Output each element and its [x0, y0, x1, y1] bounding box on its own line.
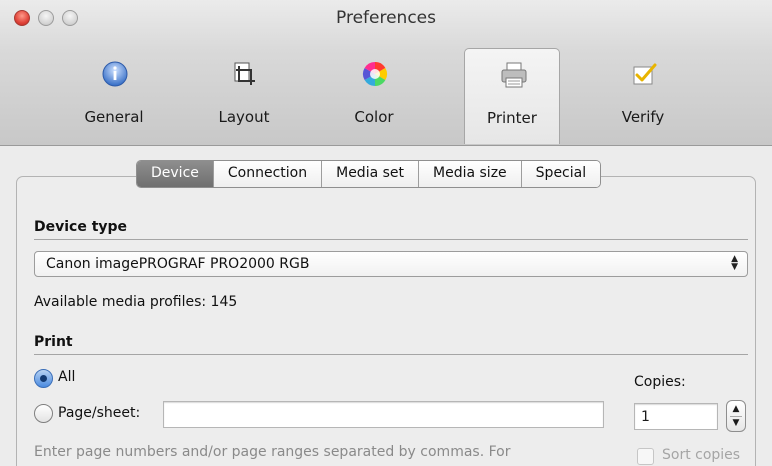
- print-all-label: All: [58, 369, 76, 385]
- print-all-radio[interactable]: [34, 369, 53, 388]
- verify-check-icon: [633, 63, 657, 85]
- page-sheet-label: Page/sheet:: [58, 405, 141, 421]
- info-icon: [102, 61, 128, 87]
- stepper-down-icon[interactable]: ▼: [727, 418, 745, 428]
- toolbar-area: Preferences General Layout Color Printer…: [0, 0, 772, 146]
- tab-media-size[interactable]: Media size: [418, 161, 521, 187]
- toolbar-printer[interactable]: Printer: [464, 48, 560, 144]
- copies-stepper[interactable]: ▲ ▼: [726, 400, 746, 432]
- sort-copies-label: Sort copies: [662, 447, 741, 463]
- printer-icon: [501, 62, 527, 88]
- page-range-hint: Enter page numbers and/or page ranges se…: [34, 444, 511, 460]
- device-type-select[interactable]: Canon imagePROGRAF PRO2000 RGB ▲ ▼: [34, 251, 748, 277]
- toolbar-verify-label: Verify: [621, 108, 665, 126]
- page-sheet-input[interactable]: [163, 401, 604, 428]
- toolbar-layout-label: Layout: [218, 108, 270, 126]
- stepper-up-icon[interactable]: ▲: [727, 404, 745, 414]
- copies-input[interactable]: 1: [634, 403, 718, 430]
- tab-media-set[interactable]: Media set: [321, 161, 419, 187]
- tab-bar: Device Connection Media set Media size S…: [136, 160, 602, 188]
- page-sheet-radio[interactable]: [34, 404, 53, 423]
- tab-device[interactable]: Device: [137, 161, 213, 187]
- printer-pane: Device Connection Media set Media size S…: [0, 146, 772, 466]
- toolbar-general[interactable]: General: [66, 48, 162, 144]
- stepper-divider: [730, 416, 742, 417]
- toolbar-general-label: General: [84, 108, 144, 126]
- toolbar-printer-label: Printer: [487, 109, 537, 127]
- select-arrows-icon: ▲ ▼: [731, 254, 738, 272]
- preferences-window: Preferences General Layout Color Printer…: [0, 0, 772, 466]
- toolbar-color-label: Color: [354, 108, 394, 126]
- title-bar: Preferences: [0, 0, 772, 38]
- device-type-value: Canon imagePROGRAF PRO2000 RGB: [46, 256, 310, 272]
- toolbar-color[interactable]: Color: [326, 48, 422, 144]
- tab-special[interactable]: Special: [520, 161, 601, 187]
- print-divider: [34, 354, 748, 355]
- color-wheel-icon: [362, 61, 388, 86]
- available-profiles-label: Available media profiles: 145: [34, 294, 238, 310]
- print-heading: Print: [34, 334, 73, 350]
- toolbar-layout[interactable]: Layout: [196, 48, 292, 144]
- device-type-heading: Device type: [34, 219, 128, 235]
- tab-connection[interactable]: Connection: [212, 161, 322, 187]
- crop-icon: [234, 62, 255, 85]
- window-title: Preferences: [336, 8, 436, 28]
- copies-label: Copies:: [634, 374, 686, 390]
- toolbar-verify[interactable]: Verify: [595, 48, 691, 144]
- device-type-divider: [34, 239, 748, 240]
- sort-copies-checkbox[interactable]: [637, 448, 654, 465]
